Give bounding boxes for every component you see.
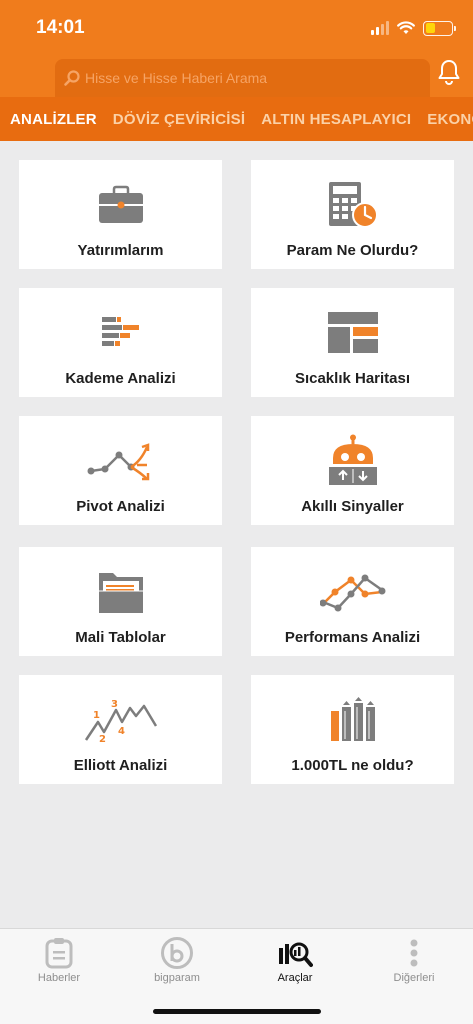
svg-text:3: 3: [111, 699, 118, 710]
wifi-icon: [397, 21, 415, 34]
card-performans-analizi[interactable]: Performans Analizi: [251, 547, 454, 656]
tab-haberler[interactable]: Haberler: [0, 935, 118, 984]
card-label: Kademe Analizi: [65, 370, 176, 387]
elliott-wave-icon: 1 2 3 4: [84, 699, 157, 744]
folder-icon: [98, 573, 143, 613]
svg-text:1: 1: [93, 710, 100, 721]
card-label: Pivot Analizi: [76, 498, 165, 515]
card-label: Elliott Analizi: [73, 757, 168, 774]
status-time: 14:01: [36, 17, 85, 38]
card-label: Performans Analizi: [284, 629, 421, 646]
pivot-icon: [87, 443, 149, 481]
bigparam-icon: [161, 937, 193, 969]
status-icons: [371, 19, 456, 37]
card-label: Param Ne Olurdu?: [286, 242, 419, 259]
card-1000tl-ne-oldu[interactable]: 1.000TL ne oldu?: [251, 675, 454, 784]
depth-bars-icon: [101, 317, 139, 346]
tab-label: bigparam: [154, 972, 200, 984]
card-label: Sıcaklık Haritası: [294, 370, 411, 387]
news-icon: [45, 938, 73, 969]
tab-label: Diğerleri: [393, 972, 435, 984]
card-elliott-analizi[interactable]: 1 2 3 4 Elliott Analizi: [19, 675, 222, 784]
tab-analizler[interactable]: ANALİZLER: [0, 111, 105, 128]
battery-icon: [423, 20, 456, 36]
more-dots-icon: [410, 939, 418, 967]
tab-digerleri[interactable]: Diğerleri: [355, 935, 473, 984]
tab-ekonomi[interactable]: EKONOMİ: [419, 111, 473, 128]
search-placeholder: Hisse ve Hisse Haberi Arama: [85, 70, 268, 86]
tab-label: Haberler: [37, 972, 81, 984]
home-indicator: [153, 1009, 321, 1014]
heatmap-icon: [327, 312, 378, 353]
card-label: 1.000TL ne oldu?: [291, 757, 414, 774]
card-label: Yatırımlarım: [77, 242, 164, 259]
app-header: 14:01 Hisse ve Hisse Haberi Arama: [0, 0, 473, 97]
notification-bell-icon[interactable]: [437, 58, 461, 86]
calculator-clock-icon: [328, 182, 378, 228]
card-label: Mali Tablolar: [75, 629, 166, 646]
search-input[interactable]: Hisse ve Hisse Haberi Arama: [55, 59, 430, 97]
category-tabs: ANALİZLER DÖVİZ ÇEVİRİCİSİ ALTIN HESAPLA…: [0, 97, 473, 141]
card-sicaklik-haritasi[interactable]: Sıcaklık Haritası: [251, 288, 454, 397]
tab-bigparam[interactable]: bigparam: [118, 935, 236, 984]
card-pivot-analizi[interactable]: Pivot Analizi: [19, 416, 222, 525]
card-label: Akıllı Sinyaller: [301, 498, 404, 515]
robot-icon: [328, 434, 377, 485]
briefcase-icon: [98, 185, 143, 223]
search-icon: [64, 70, 80, 86]
card-akilli-sinyaller[interactable]: Akıllı Sinyaller: [251, 416, 454, 525]
svg-text:4: 4: [118, 726, 125, 737]
growth-bars-icon: [330, 697, 375, 741]
performance-lines-icon: [319, 574, 385, 612]
cellular-signal-icon: [371, 21, 389, 35]
card-yatirimlarim[interactable]: Yatırımlarım: [19, 160, 222, 269]
card-param-ne-olurdu[interactable]: Param Ne Olurdu?: [251, 160, 454, 269]
tab-label: Araçlar: [277, 972, 313, 984]
svg-text:2: 2: [99, 734, 106, 744]
tab-doviz-cevirici[interactable]: DÖVİZ ÇEVİRİCİSİ: [105, 111, 253, 128]
tools-chart-search-icon: [279, 942, 313, 967]
card-kademe-analizi[interactable]: Kademe Analizi: [19, 288, 222, 397]
card-mali-tablolar[interactable]: Mali Tablolar: [19, 547, 222, 656]
tab-araclar[interactable]: Araçlar: [236, 935, 354, 984]
tab-altin-hesaplayici[interactable]: ALTIN HESAPLAYICI: [253, 111, 419, 128]
